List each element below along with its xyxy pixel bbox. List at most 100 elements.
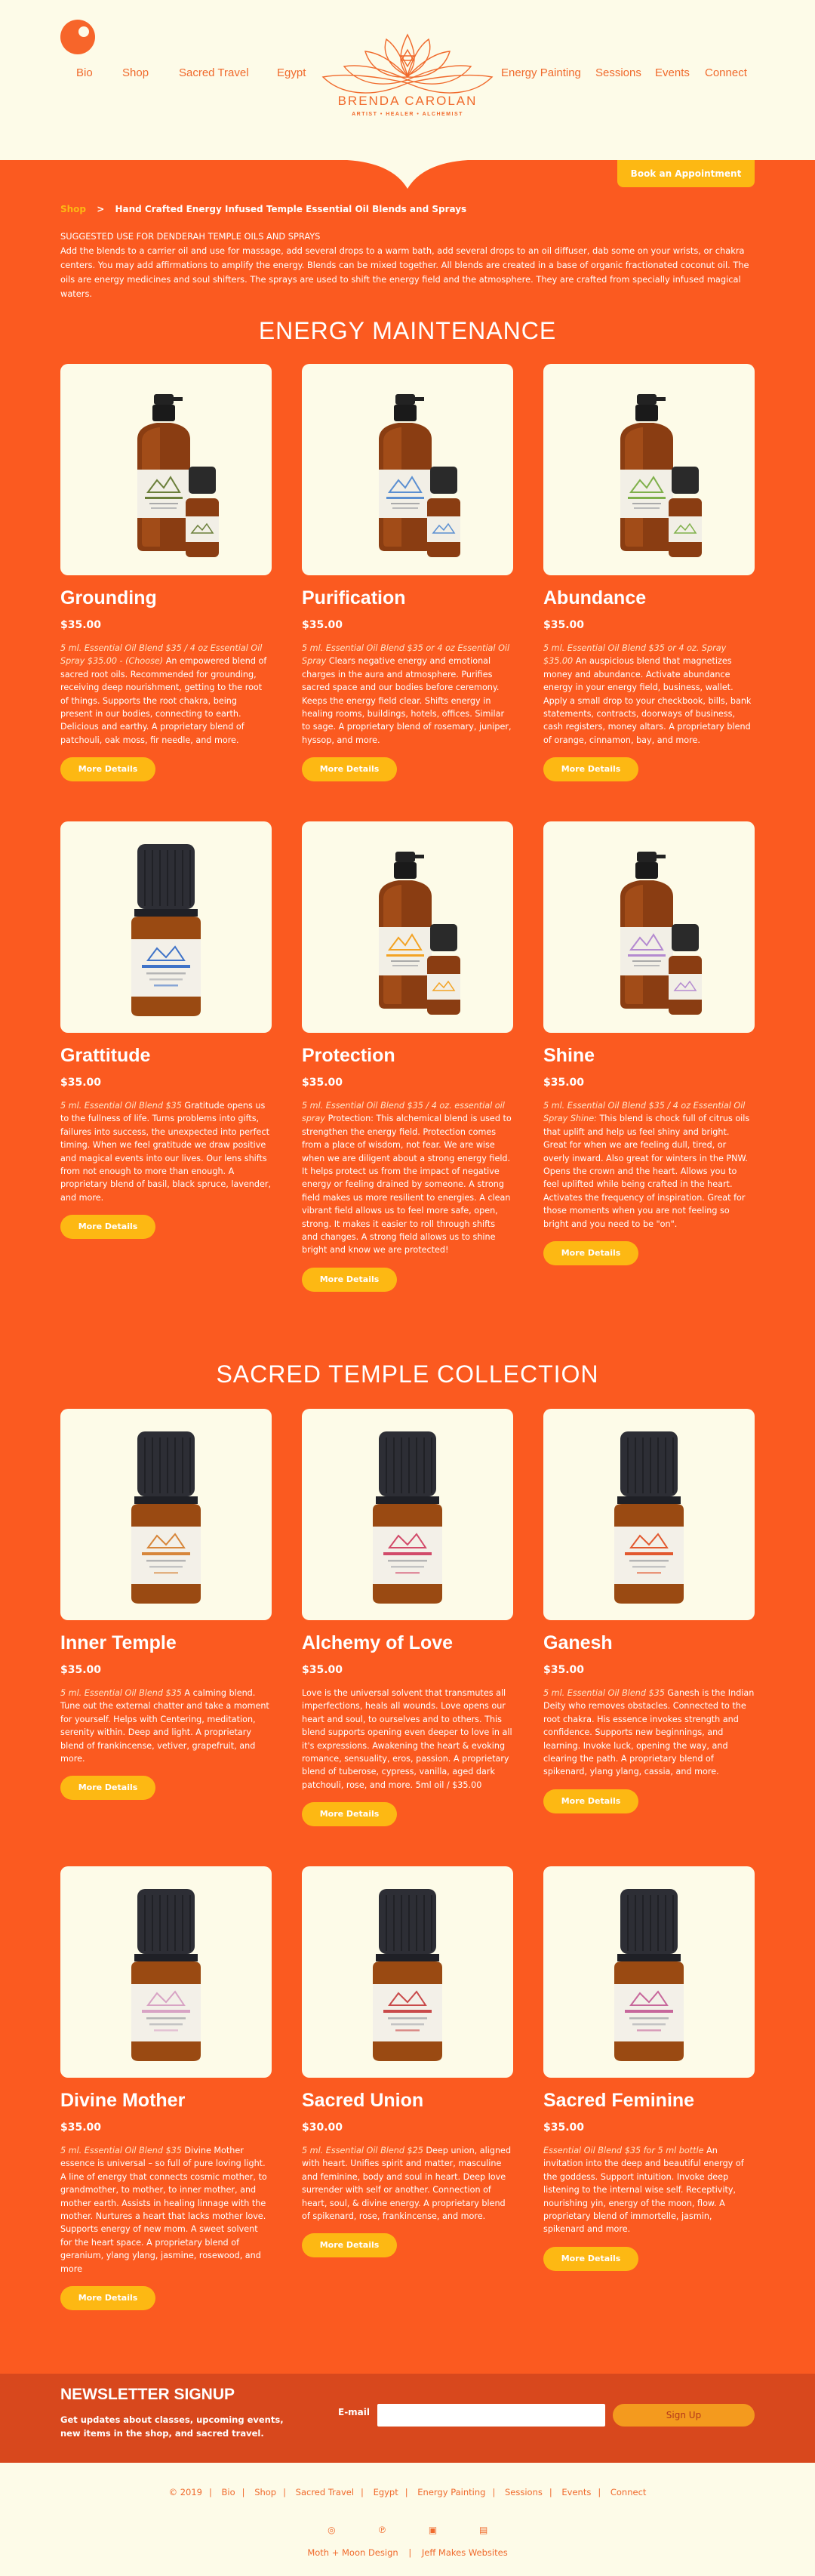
credit-design[interactable]: Moth + Moon Design (307, 2547, 398, 2558)
more-details-button[interactable]: More Details (60, 757, 155, 782)
product-card[interactable]: Protection $35.00 5 ml. Essential Oil Blen… (302, 821, 513, 1292)
product-name[interactable]: Shine (543, 1043, 755, 1068)
product-description-text: Deep union, aligned with heart. Unifies … (302, 2146, 512, 2222)
more-details-button[interactable]: More Details (302, 1802, 397, 1827)
pinterest-icon[interactable]: ℗ (377, 2525, 387, 2535)
product-size-price: 5 ml. Essential Oil Blend $35 (60, 2146, 182, 2155)
product-image[interactable] (302, 1866, 513, 2078)
product-image[interactable] (60, 821, 272, 1033)
product-price: $35.00 (60, 1664, 102, 1676)
footer-link-bio[interactable]: Bio (222, 2487, 235, 2497)
product-card[interactable]: Inner Temple $35.00 5 ml. Essential Oil Bl… (60, 1409, 272, 1801)
product-name[interactable]: Protection (302, 1043, 513, 1068)
oil-bottle-image (131, 844, 201, 1016)
product-description-text: Protection: This alchemical blend is use… (302, 1114, 512, 1256)
more-details-button[interactable]: More Details (543, 1241, 638, 1266)
footer-link-shop[interactable]: Shop (254, 2487, 276, 2497)
product-name[interactable]: Grounding (60, 586, 272, 610)
product-image[interactable] (543, 364, 755, 575)
oil-bottle-image (373, 1889, 442, 2061)
product-description: 5 ml. Essential Oil Blend $35 Gratitude … (60, 1099, 272, 1204)
nav-events[interactable]: Events (655, 66, 690, 79)
product-card[interactable]: Alchemy of Love $35.00 Love is the univers… (302, 1409, 513, 1827)
product-description: 5 ml. Essential Oil Blend $35 or 4 oz Es… (302, 642, 513, 747)
product-name[interactable]: Alchemy of Love (302, 1631, 513, 1655)
product-price: $35.00 (60, 1077, 102, 1089)
footer-link-sessions[interactable]: Sessions (505, 2487, 543, 2497)
nav-sacred-travel[interactable]: Sacred Travel (179, 66, 249, 79)
product-price: $35.00 (302, 1664, 343, 1676)
book-appointment-button[interactable]: Book an Appointment (617, 160, 755, 187)
nav-bio[interactable]: Bio (76, 66, 93, 79)
product-name[interactable]: Purification (302, 586, 513, 610)
product-name[interactable]: Inner Temple (60, 1631, 272, 1655)
more-details-button[interactable]: More Details (543, 757, 638, 782)
newsletter-title: NEWSLETTER SIGNUP (60, 2386, 235, 2403)
nav-sessions[interactable]: Sessions (595, 66, 641, 79)
more-details-button[interactable]: More Details (60, 1215, 155, 1240)
site-header: Bio Shop Sacred Travel Egypt BRENDA CARO… (0, 0, 815, 160)
footer-link-connect[interactable]: Connect (610, 2487, 647, 2497)
more-details-button[interactable]: More Details (60, 1776, 155, 1801)
product-card[interactable]: Purification $35.00 5 ml. Essential Oil Bl… (302, 364, 513, 782)
product-image[interactable] (543, 821, 755, 1033)
nav-shop[interactable]: Shop (122, 66, 149, 79)
credit-web[interactable]: Jeff Makes Websites (422, 2547, 508, 2558)
product-image[interactable] (302, 1409, 513, 1620)
product-name[interactable]: Abundance (543, 586, 755, 610)
more-details-button[interactable]: More Details (302, 1267, 397, 1292)
product-name[interactable]: Divine Mother (60, 2088, 272, 2112)
product-card[interactable]: Abundance $35.00 5 ml. Essential Oil Blend… (543, 364, 755, 782)
product-name[interactable]: Grattitude (60, 1043, 272, 1068)
oil-bottle-image (614, 1431, 684, 1604)
product-image[interactable] (60, 1409, 272, 1620)
intro-heading: SUGGESTED USE FOR DENDERAH TEMPLE OILS A… (60, 231, 321, 242)
oil-bottle-image (131, 1431, 201, 1604)
more-details-button[interactable]: More Details (302, 757, 397, 782)
signup-button[interactable]: Sign Up (613, 2404, 755, 2427)
product-name[interactable]: Sacred Feminine (543, 2088, 755, 2112)
product-image[interactable] (302, 364, 513, 575)
product-image[interactable] (543, 1866, 755, 2078)
nav-energy-painting[interactable]: Energy Painting (501, 66, 581, 79)
product-image[interactable] (60, 364, 272, 575)
more-details-button[interactable]: More Details (60, 2286, 155, 2311)
footer-link-events[interactable]: Events (561, 2487, 591, 2497)
facebook-icon[interactable]: ▣ (428, 2525, 438, 2535)
product-size-price: 5 ml. Essential Oil Blend $25 (302, 2146, 423, 2155)
product-card[interactable]: Ganesh $35.00 5 ml. Essential Oil Blend $3… (543, 1409, 755, 1813)
product-description-text: Clears negative energy and emotional cha… (302, 656, 512, 745)
product-description: Essential Oil Blend $35 for 5 ml bottle … (543, 2144, 755, 2236)
sun-logo-icon[interactable] (60, 20, 95, 54)
product-card[interactable]: Sacred Union $30.00 5 ml. Essential Oil Bl… (302, 1866, 513, 2258)
oil-bottle-image (373, 1431, 442, 1604)
oil-bottle-image (427, 467, 460, 557)
instagram-icon[interactable]: ◎ (326, 2525, 337, 2535)
product-image[interactable] (302, 821, 513, 1033)
nav-egypt[interactable]: Egypt (277, 66, 306, 79)
product-image[interactable] (60, 1866, 272, 2078)
product-card[interactable]: Sacred Feminine $35.00 Essential Oil Blen… (543, 1866, 755, 2271)
product-card[interactable]: Shine $35.00 5 ml. Essential Oil Blend $35… (543, 821, 755, 1266)
social-icons: ◎ ℗ ▣ ▤ (0, 2522, 815, 2536)
more-details-button[interactable]: More Details (543, 2246, 638, 2271)
footer-link-egypt[interactable]: Egypt (374, 2487, 398, 2497)
product-image[interactable] (543, 1409, 755, 1620)
linkedin-icon[interactable]: ▤ (478, 2525, 489, 2535)
brand-name: BRENDA CAROLAN (337, 94, 478, 108)
oil-bottle-image (186, 467, 219, 557)
product-card[interactable]: Grattitude $35.00 5 ml. Essential Oil Blen… (60, 821, 272, 1240)
product-name[interactable]: Sacred Union (302, 2088, 513, 2112)
product-card[interactable]: Grounding $35.00 5 ml. Essential Oil Blend… (60, 364, 272, 782)
product-card[interactable]: Divine Mother $35.00 5 ml. Essential Oil B… (60, 1866, 272, 2311)
more-details-button[interactable]: More Details (302, 2233, 397, 2258)
breadcrumb-shop[interactable]: Shop (60, 204, 86, 214)
footer-link-energy-painting[interactable]: Energy Painting (417, 2487, 485, 2497)
nav-connect[interactable]: Connect (705, 66, 747, 79)
product-description-text: An auspicious blend that magnetizes mone… (543, 656, 752, 745)
email-field[interactable] (377, 2404, 605, 2427)
footer-link-sacred-travel[interactable]: Sacred Travel (296, 2487, 354, 2497)
product-description: 5 ml. Essential Oil Blend $25 Deep union… (302, 2144, 513, 2223)
product-name[interactable]: Ganesh (543, 1631, 755, 1655)
more-details-button[interactable]: More Details (543, 1789, 638, 1813)
